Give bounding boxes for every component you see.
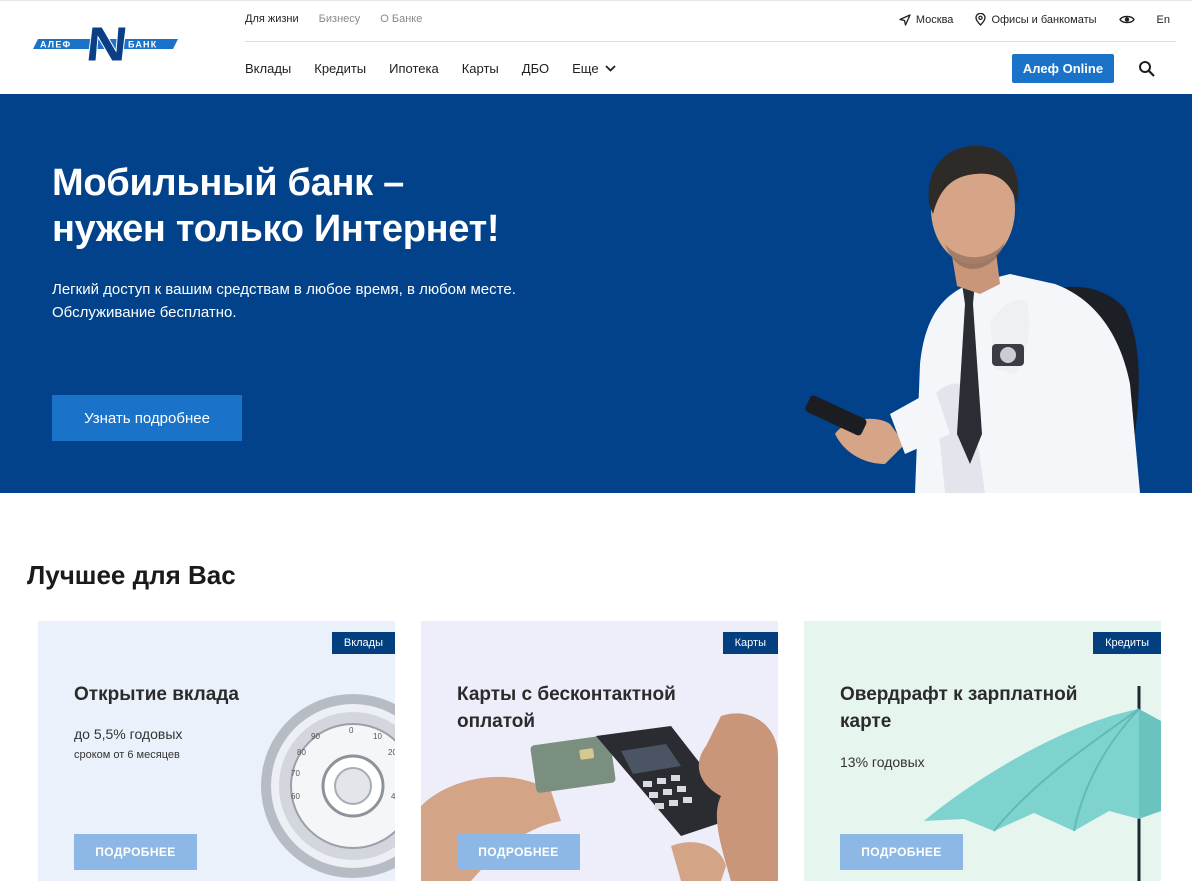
nav-item-deposits[interactable]: Вклады — [245, 61, 291, 76]
nav-item-credits[interactable]: Кредиты — [314, 61, 366, 76]
topnav-item-about[interactable]: О Банке — [380, 13, 422, 25]
product-card-overdraft[interactable]: Кредиты Овердрафт к зарплатной карте 13%… — [804, 621, 1161, 881]
svg-text:0: 0 — [349, 726, 354, 735]
main-nav: Вклады Кредиты Ипотека Карты ДБО Еще — [245, 61, 616, 76]
card-details-button[interactable]: ПОДРОБНЕЕ — [74, 834, 197, 870]
offices-label: Офисы и банкоматы — [991, 13, 1097, 26]
learn-more-button[interactable]: Узнать подробнее — [52, 395, 242, 441]
eye-icon — [1118, 15, 1135, 24]
city-label: Москва — [915, 13, 954, 26]
card-term: сроком от 6 месяцев — [74, 749, 180, 761]
search-icon[interactable] — [1138, 60, 1156, 78]
site-header: АЛЕФ БАНК Для жизни Бизнесу О Банке Моск… — [0, 0, 1192, 94]
header-divider — [245, 41, 1176, 42]
card-title: Овердрафт к зарплатной карте — [840, 684, 1078, 732]
hero-subtitle-line2: Обслуживание бесплатно. — [52, 304, 237, 321]
nav-item-cards[interactable]: Карты — [462, 61, 499, 76]
hero-title: Мобильный банк – нужен только Интернет! — [52, 160, 672, 252]
card-rate: 13% годовых — [840, 754, 925, 770]
product-card-deposit[interactable]: 01020 309080 706040 Вклады Открытие вкла… — [38, 621, 395, 881]
hero-banner: Мобильный банк – нужен только Интернет! … — [0, 94, 1192, 493]
audience-nav: Для жизни Бизнесу О Банке — [245, 13, 422, 25]
product-card-cards[interactable]: Карты Карты с бесконтактной оплатой ПОДР… — [421, 621, 778, 881]
utility-bar: Москва Офисы и банкоматы En — [877, 13, 1170, 26]
svg-text:АЛЕФ: АЛЕФ — [40, 40, 71, 50]
category-badge: Кредиты — [1093, 632, 1161, 654]
bank-logo[interactable]: АЛЕФ БАНК — [30, 25, 180, 63]
nav-item-more[interactable]: Еще — [572, 61, 616, 76]
nav-item-dbo[interactable]: ДБО — [522, 61, 549, 76]
svg-text:60: 60 — [291, 792, 300, 801]
card-title: Открытие вклада — [74, 684, 239, 705]
nav-item-mortgage[interactable]: Ипотека — [389, 61, 439, 76]
topnav-item-business[interactable]: Бизнесу — [319, 13, 361, 25]
alef-online-button[interactable]: Алеф Online — [1012, 54, 1114, 83]
card-details-button[interactable]: ПОДРОБНЕЕ — [457, 834, 580, 870]
chevron-down-icon — [604, 65, 616, 72]
svg-text:80: 80 — [297, 748, 306, 757]
hero-title-line1: Мобильный банк – — [52, 162, 404, 204]
offices-link[interactable]: Офисы и банкоматы — [975, 13, 1097, 26]
section-title: Лучшее для Вас — [27, 560, 236, 590]
category-badge: Вклады — [331, 632, 395, 654]
city-selector[interactable]: Москва — [899, 13, 954, 26]
hero-subtitle: Легкий доступ к вашим средствам в любое … — [52, 278, 612, 324]
language-switch[interactable]: En — [1157, 14, 1170, 26]
card-details-button[interactable]: ПОДРОБНЕЕ — [840, 834, 963, 870]
svg-text:БАНК: БАНК — [128, 40, 157, 50]
category-badge: Карты — [722, 632, 778, 654]
hero-title-line2: нужен только Интернет! — [52, 208, 500, 250]
svg-text:20: 20 — [388, 748, 395, 757]
nav-more-label: Еще — [572, 61, 599, 76]
businessman-with-phone-image — [805, 145, 1140, 493]
card-title: Карты с бесконтактной оплатой — [457, 684, 676, 732]
location-arrow-icon — [899, 13, 911, 26]
svg-text:10: 10 — [373, 732, 382, 741]
map-pin-icon — [975, 13, 987, 26]
accessibility-toggle[interactable] — [1118, 14, 1135, 25]
svg-text:40: 40 — [391, 792, 395, 801]
language-label: En — [1156, 13, 1170, 26]
svg-text:90: 90 — [311, 732, 320, 741]
card-rate: до 5,5% годовых — [74, 726, 183, 742]
topnav-item-life[interactable]: Для жизни — [245, 13, 299, 25]
svg-text:70: 70 — [291, 769, 300, 778]
hero-subtitle-line1: Легкий доступ к вашим средствам в любое … — [52, 281, 516, 298]
safe-dial-icon: 01020 309080 706040 — [261, 694, 395, 878]
